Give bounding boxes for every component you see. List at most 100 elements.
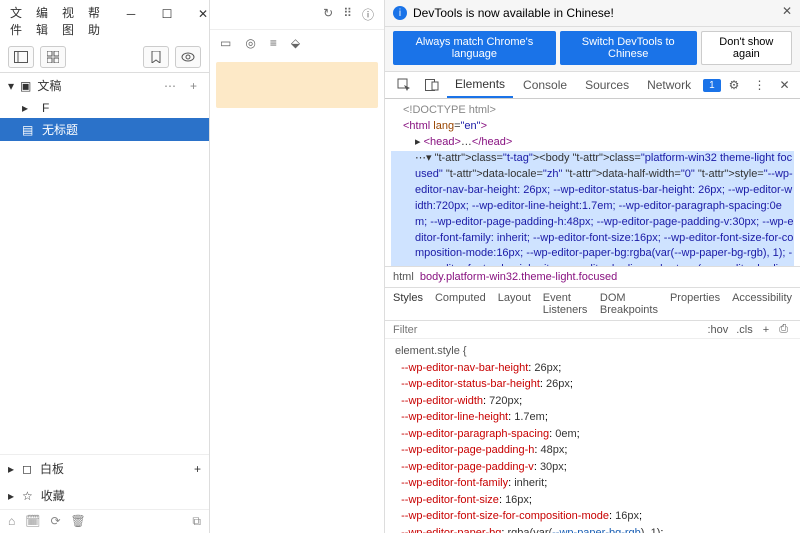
devtools-language-banner: i DevTools is now available in Chinese! … bbox=[385, 0, 800, 27]
tab-event-listeners[interactable]: Event Listeners bbox=[543, 292, 588, 316]
issues-badge[interactable]: 1 bbox=[703, 79, 721, 92]
dom-html[interactable]: <html lang="en"> bbox=[391, 119, 794, 135]
close-icon[interactable]: ✕ bbox=[782, 4, 792, 18]
info-icon[interactable]: ⓘ bbox=[362, 6, 374, 23]
camera-icon[interactable]: ◎ bbox=[245, 36, 255, 50]
styles-filter-input[interactable] bbox=[393, 324, 703, 336]
breadcrumb-html[interactable]: html bbox=[393, 271, 414, 283]
status-bar: ⌂ 🗓 ⟳ 🗑 ⧉ bbox=[0, 509, 209, 533]
add-doc-button[interactable]: + bbox=[186, 79, 201, 93]
tab-styles[interactable]: Styles bbox=[393, 292, 423, 316]
tab-dom-breakpoints[interactable]: DOM Breakpoints bbox=[600, 292, 658, 316]
switch-chinese-button[interactable]: Switch DevTools to Chinese bbox=[560, 31, 697, 65]
dom-breadcrumb[interactable]: html body.platform-win32.theme-light.foc… bbox=[385, 266, 800, 288]
menu-file[interactable]: 文件 bbox=[10, 4, 22, 38]
tab-accessibility[interactable]: Accessibility bbox=[732, 292, 792, 316]
chevron-down-icon: ▾ bbox=[8, 79, 14, 93]
menu-view[interactable]: 视图 bbox=[62, 4, 74, 38]
star-icon: ☆ bbox=[22, 489, 33, 503]
folder-icon: ▣ bbox=[20, 79, 31, 93]
css-declaration[interactable]: --wp-editor-status-bar-height: 26px; bbox=[395, 376, 790, 393]
styles-body[interactable]: element.style { --wp-editor-nav-bar-heig… bbox=[385, 339, 800, 533]
tab-network[interactable]: Network bbox=[639, 73, 699, 97]
tab-layout[interactable]: Layout bbox=[498, 292, 531, 316]
match-language-button[interactable]: Always match Chrome's language bbox=[393, 31, 556, 65]
tree-item[interactable]: ▸ F bbox=[0, 98, 209, 118]
styles-menu-icon[interactable]: ⎙ bbox=[775, 323, 792, 336]
status-trash-icon[interactable]: 🗑 bbox=[71, 514, 86, 529]
dom-tree[interactable]: <!DOCTYPE html> <html lang="en"> ▸ <head… bbox=[385, 99, 800, 266]
gear-icon[interactable]: ⚙ bbox=[723, 74, 746, 96]
info-icon: i bbox=[393, 6, 407, 20]
tree-item-label: 无标题 bbox=[42, 121, 78, 138]
css-declaration[interactable]: --wp-editor-line-height: 1.7em; bbox=[395, 409, 790, 426]
menu-help[interactable]: 帮助 bbox=[88, 4, 100, 38]
breadcrumb-body[interactable]: body.platform-win32.theme-light.focused bbox=[420, 271, 617, 283]
inspect-icon[interactable] bbox=[391, 74, 417, 96]
dom-doctype[interactable]: <!DOCTYPE html> bbox=[391, 103, 794, 119]
window-maximize[interactable]: ☐ bbox=[150, 4, 184, 24]
dom-body-selected[interactable]: ⋯▾ "t-attr">class="t-tag"><body "t-attr"… bbox=[391, 151, 794, 267]
tab-elements[interactable]: Elements bbox=[447, 72, 513, 98]
status-chart-icon[interactable]: ⧉ bbox=[192, 514, 201, 529]
toolbar bbox=[0, 42, 209, 73]
favorites-section[interactable]: ▸ ☆ 收藏 bbox=[0, 482, 209, 509]
note-icon[interactable]: ▭ bbox=[220, 36, 231, 50]
status-tag-icon[interactable]: ⌂ bbox=[8, 514, 15, 529]
close-icon[interactable]: ✕ bbox=[773, 74, 795, 96]
css-declaration[interactable]: --wp-editor-nav-bar-height: 26px; bbox=[395, 360, 790, 377]
css-declaration[interactable]: --wp-editor-page-padding-v: 30px; bbox=[395, 459, 790, 476]
devtools-tabs: Elements Console Sources Network 1 ⚙ ⋮ ✕ bbox=[385, 72, 800, 99]
doc-tree: ▸ F ▤ 无标题 bbox=[0, 98, 209, 141]
tab-computed[interactable]: Computed bbox=[435, 292, 486, 316]
toolbar-bookmark-icon[interactable] bbox=[143, 46, 169, 68]
board-icon: ◻ bbox=[22, 462, 32, 476]
tree-item-selected[interactable]: ▤ 无标题 bbox=[0, 118, 209, 141]
app-sidebar: 文件 编辑 视图 帮助 ─ ☐ ✕ ▾ ▣ 文稿 ⋯ + ▸ F ▤ 无标题 bbox=[0, 0, 210, 533]
cls-toggle[interactable]: .cls bbox=[732, 324, 757, 336]
board-section[interactable]: ▸ ◻ 白板 + bbox=[0, 455, 209, 482]
favorites-label: 收藏 bbox=[41, 487, 65, 504]
tab-console[interactable]: Console bbox=[515, 73, 575, 97]
toolbar-grid-icon[interactable] bbox=[40, 46, 66, 68]
banner-actions: Always match Chrome's language Switch De… bbox=[385, 27, 800, 72]
editor-pane: ↻ ⠿ ⓘ ▭ ◎ ≡ ⬙ bbox=[210, 0, 385, 533]
dom-head[interactable]: ▸ <head>…</head> bbox=[391, 135, 794, 151]
menu-bar: 文件 编辑 视图 帮助 ─ ☐ ✕ bbox=[0, 0, 209, 42]
sidebar-footer: ▸ ◻ 白板 + ▸ ☆ 收藏 ⌂ 🗓 ⟳ 🗑 ⧉ bbox=[0, 454, 209, 533]
chevron-right-icon: ▸ bbox=[8, 462, 14, 476]
tree-item-label: F bbox=[42, 101, 49, 115]
more-icon[interactable]: ⋯ bbox=[160, 79, 180, 93]
toolbar-eye-icon[interactable] bbox=[175, 46, 201, 68]
status-calendar-icon[interactable]: 🗓 bbox=[25, 514, 40, 529]
add-board-button[interactable]: + bbox=[194, 462, 201, 476]
refresh-icon[interactable]: ↻ bbox=[323, 6, 333, 23]
note-card[interactable] bbox=[216, 62, 378, 108]
list-icon[interactable]: ≡ bbox=[270, 36, 277, 50]
menu-edit[interactable]: 编辑 bbox=[36, 4, 48, 38]
css-declaration[interactable]: --wp-editor-width: 720px; bbox=[395, 393, 790, 410]
kebab-icon[interactable]: ⋮ bbox=[747, 74, 771, 96]
device-toggle-icon[interactable] bbox=[419, 75, 445, 95]
css-declaration[interactable]: --wp-editor-paper-bg: rgba(var(--wp-pape… bbox=[395, 525, 790, 533]
css-declaration[interactable]: --wp-editor-font-family: inherit; bbox=[395, 475, 790, 492]
styles-tabs: Styles Computed Layout Event Listeners D… bbox=[385, 288, 800, 321]
toolbar-sidebar-icon[interactable] bbox=[8, 46, 34, 68]
css-declaration[interactable]: --wp-editor-page-padding-h: 48px; bbox=[395, 442, 790, 459]
window-minimize[interactable]: ─ bbox=[114, 4, 148, 24]
banner-text: DevTools is now available in Chinese! bbox=[413, 6, 614, 20]
hov-toggle[interactable]: :hov bbox=[703, 324, 732, 336]
docs-section-header[interactable]: ▾ ▣ 文稿 ⋯ + bbox=[0, 73, 209, 98]
style-selector[interactable]: element.style { bbox=[395, 343, 790, 360]
status-sync-icon[interactable]: ⟳ bbox=[50, 514, 60, 529]
dont-show-again-button[interactable]: Don't show again bbox=[701, 31, 792, 65]
css-declaration[interactable]: --wp-editor-font-size: 16px; bbox=[395, 492, 790, 509]
tab-sources[interactable]: Sources bbox=[577, 73, 637, 97]
css-declaration[interactable]: --wp-editor-font-size-for-composition-mo… bbox=[395, 508, 790, 525]
apps-icon[interactable]: ⠿ bbox=[343, 6, 352, 23]
css-declaration[interactable]: --wp-editor-paragraph-spacing: 0em; bbox=[395, 426, 790, 443]
editor-mode-icons: ▭ ◎ ≡ ⬙ bbox=[210, 30, 384, 56]
add-rule-icon[interactable]: + bbox=[757, 324, 775, 336]
map-icon[interactable]: ⬙ bbox=[291, 36, 300, 50]
tab-properties[interactable]: Properties bbox=[670, 292, 720, 316]
